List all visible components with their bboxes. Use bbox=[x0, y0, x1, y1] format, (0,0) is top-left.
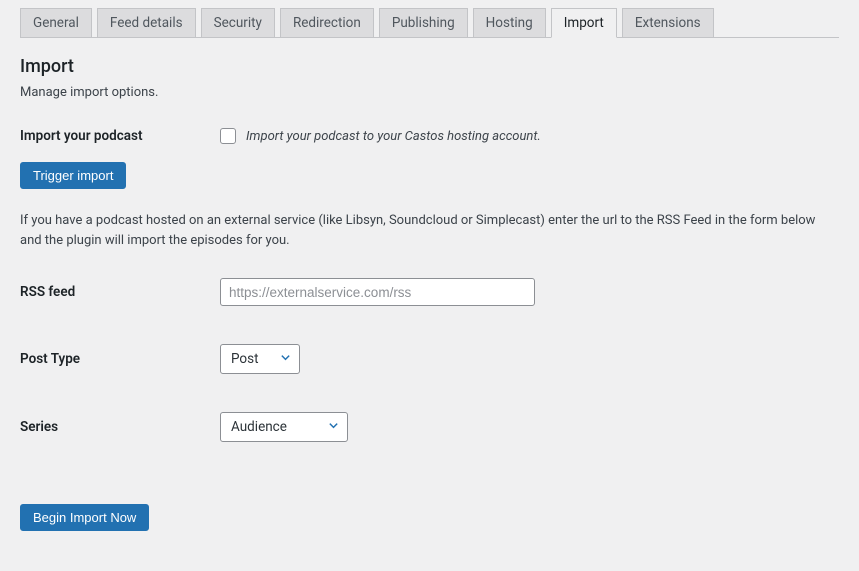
series-selected: Audience bbox=[231, 419, 287, 435]
tab-publishing[interactable]: Publishing bbox=[379, 8, 468, 38]
post-type-selected: Post bbox=[231, 351, 259, 367]
series-select[interactable]: Audience bbox=[220, 412, 348, 442]
import-podcast-checkbox-label: Import your podcast to your Castos hosti… bbox=[246, 129, 541, 144]
tab-import[interactable]: Import bbox=[551, 8, 617, 38]
tab-extensions[interactable]: Extensions bbox=[622, 8, 714, 38]
import-podcast-label: Import your podcast bbox=[20, 128, 220, 144]
chevron-down-icon bbox=[280, 351, 291, 367]
settings-tabs: General Feed details Security Redirectio… bbox=[20, 0, 839, 38]
chevron-down-icon bbox=[328, 419, 339, 435]
rss-feed-label: RSS feed bbox=[20, 284, 220, 300]
tab-general[interactable]: General bbox=[20, 8, 92, 38]
tab-hosting[interactable]: Hosting bbox=[473, 8, 546, 38]
tab-security[interactable]: Security bbox=[201, 8, 275, 38]
post-type-select[interactable]: Post bbox=[220, 344, 300, 374]
import-podcast-checkbox[interactable] bbox=[220, 128, 236, 144]
post-type-label: Post Type bbox=[20, 351, 220, 367]
series-label: Series bbox=[20, 419, 220, 435]
page-desc: Manage import options. bbox=[20, 85, 839, 100]
rss-feed-input[interactable] bbox=[220, 278, 535, 306]
tab-redirection[interactable]: Redirection bbox=[280, 8, 374, 38]
page-title: Import bbox=[20, 56, 839, 77]
trigger-import-button[interactable]: Trigger import bbox=[20, 162, 126, 189]
help-text: If you have a podcast hosted on an exter… bbox=[20, 211, 839, 250]
tab-feed-details[interactable]: Feed details bbox=[97, 8, 196, 38]
